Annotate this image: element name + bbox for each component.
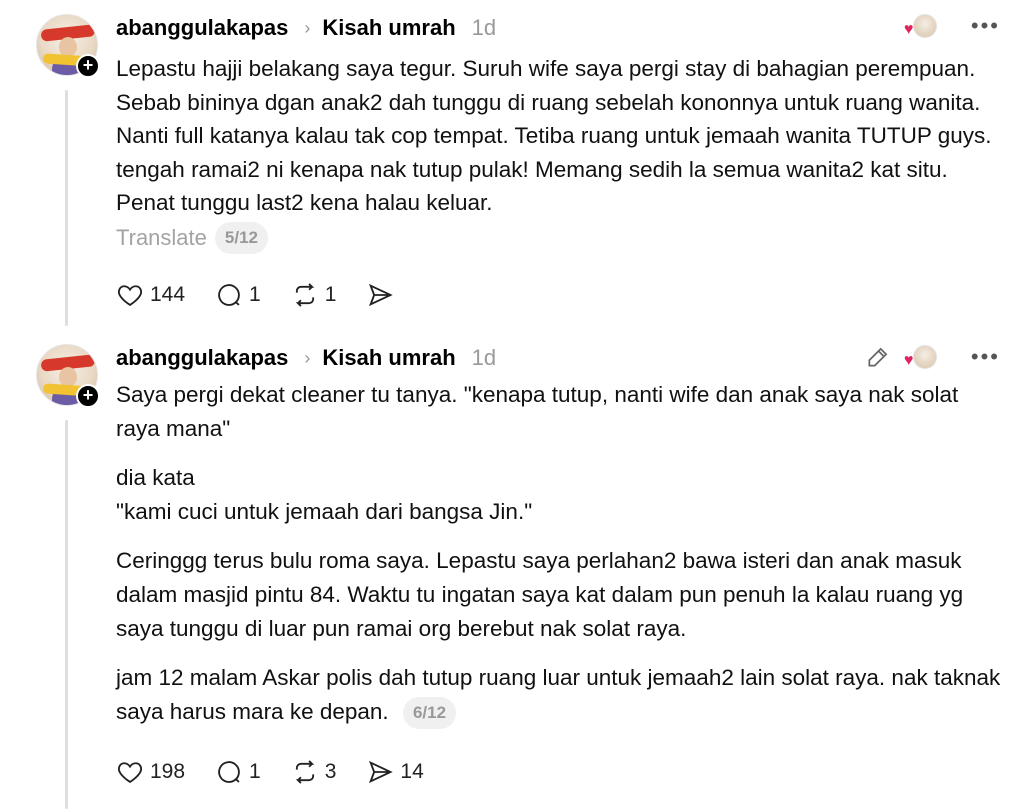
- post-timestamp: 1d: [471, 15, 497, 40]
- post-timestamp: 1d: [471, 345, 497, 370]
- repost-count: 3: [324, 760, 337, 783]
- share-button[interactable]: 14: [366, 758, 424, 786]
- translate-link[interactable]: Translate: [116, 225, 207, 251]
- translate-row: Translate 5/12: [116, 222, 268, 254]
- page-indicator: 5/12: [214, 222, 268, 254]
- post-header: abanggulakapas › Kisah umrah 1d: [116, 13, 496, 43]
- post-body: Lepastu hajji belakang saya tegur. Suruh…: [116, 52, 1006, 220]
- post-header-actions: ♥ •••: [865, 344, 1000, 370]
- share-count: 14: [400, 760, 424, 783]
- post-paragraph: dia kata "kami cuci untuk jemaah dari ba…: [116, 465, 533, 524]
- reply-count: 1: [249, 760, 261, 783]
- repost-count: 1: [324, 283, 337, 306]
- follow-plus-icon[interactable]: +: [76, 54, 100, 78]
- like-button[interactable]: 198: [116, 758, 185, 786]
- avatar[interactable]: +: [36, 14, 100, 78]
- like-count: 198: [150, 760, 186, 783]
- topic-link[interactable]: Kisah umrah: [322, 15, 455, 41]
- repost-icon: [295, 760, 314, 784]
- post-paragraph-last: jam 12 malam Askar polis dah tutup ruang…: [116, 661, 1006, 729]
- post-body: Saya pergi dekat cleaner tu tanya. "kena…: [116, 378, 1006, 729]
- follow-plus-icon[interactable]: +: [76, 384, 100, 408]
- post-paragraph-text: jam 12 malam Askar polis dah tutup ruang…: [116, 665, 1001, 724]
- heart-icon: ♥: [903, 21, 914, 38]
- share-button[interactable]: [366, 281, 400, 309]
- more-icon[interactable]: •••: [971, 346, 1000, 368]
- thread-connector-line: [65, 90, 68, 326]
- username-link[interactable]: abanggulakapas: [116, 345, 288, 371]
- repost-button[interactable]: 3: [291, 758, 337, 786]
- heart-icon: ♥: [903, 352, 914, 369]
- repost-icon: [295, 283, 314, 307]
- reply-button[interactable]: 1: [215, 281, 261, 309]
- post-actions: 198 1 3 14: [116, 755, 454, 789]
- liked-by-avatar[interactable]: ♥: [904, 345, 937, 369]
- share-icon: [369, 283, 394, 307]
- reply-button[interactable]: 1: [215, 758, 261, 786]
- share-icon: [369, 760, 394, 784]
- post-paragraph: Lepastu hajji belakang saya tegur. Suruh…: [116, 56, 992, 216]
- reply-count: 1: [249, 283, 261, 306]
- comment-icon: [218, 761, 240, 783]
- post-header-actions: ♥ •••: [904, 14, 1000, 38]
- like-count: 144: [150, 283, 186, 306]
- post-actions: 144 1 1: [116, 278, 430, 312]
- post-paragraph: Saya pergi dekat cleaner tu tanya. "kena…: [116, 382, 959, 441]
- thread-connector-line: [65, 420, 68, 809]
- page-indicator: 6/12: [402, 696, 457, 729]
- pencil-icon[interactable]: [865, 344, 891, 370]
- username-link[interactable]: abanggulakapas: [116, 15, 288, 41]
- post-paragraph: Ceringgg terus bulu roma saya. Lepastu s…: [116, 548, 964, 641]
- post-header: abanggulakapas › Kisah umrah 1d: [116, 343, 496, 373]
- thread-post: + abanggulakapas › Kisah umrah 1d ♥ ••• …: [0, 0, 1024, 330]
- avatar[interactable]: +: [36, 344, 100, 408]
- comment-icon: [218, 284, 240, 306]
- thread-post: + abanggulakapas › Kisah umrah 1d ♥ ••• …: [0, 330, 1024, 809]
- topic-link[interactable]: Kisah umrah: [322, 345, 455, 371]
- chevron-right-icon: ›: [304, 17, 311, 38]
- liked-by-avatar[interactable]: ♥: [904, 14, 937, 38]
- more-icon[interactable]: •••: [971, 15, 1000, 37]
- heart-icon: [118, 762, 142, 784]
- chevron-right-icon: ›: [304, 347, 311, 368]
- like-button[interactable]: 144: [116, 281, 185, 309]
- heart-icon: [118, 285, 142, 307]
- repost-button[interactable]: 1: [291, 281, 337, 309]
